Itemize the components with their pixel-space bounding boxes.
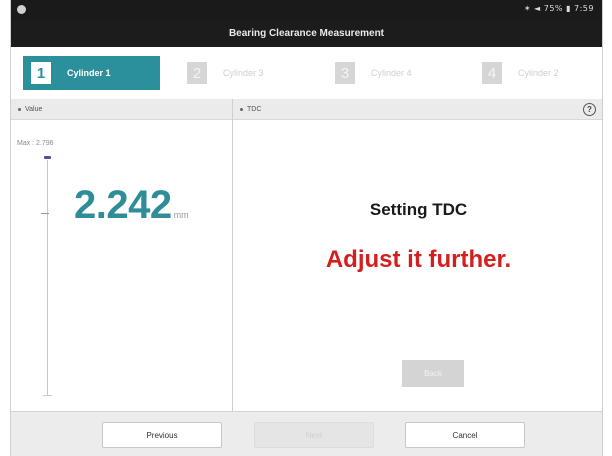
help-icon[interactable]: ? — [583, 103, 596, 116]
previous-button[interactable]: Previous — [102, 422, 222, 448]
bullet-icon — [18, 107, 21, 111]
status-info: ✶ ◄ 75% ▮ 7:59 — [523, 4, 594, 13]
warning-message: Adjust it further. — [325, 246, 512, 273]
tdc-pane: TDC ? Setting TDC Adjust it further. Bac… — [233, 99, 602, 411]
measurement-value: 2.242 — [74, 183, 172, 227]
value-pane-title: Value — [25, 105, 43, 113]
message-title: Setting TDC — [369, 200, 468, 219]
tab-cylinder-1[interactable]: 1 Cylinder 1 — [23, 56, 160, 90]
cylinder-tabs: 1 Cylinder 1 2 Cylinder 3 3 Cylinder 4 4… — [11, 47, 602, 99]
cancel-button[interactable]: Cancel — [405, 422, 525, 448]
tab-cylinder-3[interactable]: 2 Cylinder 3 — [179, 56, 264, 90]
tab-number: 1 — [31, 62, 51, 84]
max-value: Max : 2.796 — [17, 140, 54, 147]
tab-cylinder-4[interactable]: 3 Cylinder 4 — [327, 56, 412, 90]
app-window: ✶ ◄ 75% ▮ 7:59 Bearing Clearance Measure… — [10, 0, 603, 456]
gauge-pointer — [41, 213, 49, 214]
tab-number: 3 — [335, 62, 355, 84]
footer-bar: Previous Next Cancel — [11, 411, 602, 456]
value-pane-header: Value — [11, 99, 232, 120]
title-bar: Bearing Clearance Measurement — [11, 20, 602, 47]
next-button[interactable]: Next — [254, 422, 374, 448]
tab-number: 4 — [482, 62, 502, 84]
back-button[interactable]: Back — [402, 360, 464, 387]
page-title: Bearing Clearance Measurement — [228, 28, 385, 39]
tab-cylinder-2[interactable]: 4 Cylinder 2 — [474, 56, 559, 90]
tdc-pane-title: TDC — [247, 105, 262, 113]
notification-icon — [17, 5, 26, 14]
measurement-reading: 2.242 mm — [74, 183, 189, 228]
tdc-pane-header: TDC — [233, 99, 602, 120]
tab-label: Cylinder 3 — [223, 68, 264, 78]
tab-label: Cylinder 1 — [67, 68, 111, 78]
status-bar: ✶ ◄ 75% ▮ 7:59 — [11, 0, 602, 20]
tab-number: 2 — [187, 62, 207, 84]
gauge-scale — [47, 160, 48, 396]
gauge-base — [43, 395, 52, 396]
bullet-icon — [240, 107, 243, 111]
gauge-max-marker — [44, 156, 51, 159]
measurement-unit: mm — [173, 210, 189, 220]
value-pane: Value Max : 2.796 — [11, 99, 233, 411]
tab-label: Cylinder 2 — [518, 68, 559, 78]
tab-label: Cylinder 4 — [371, 68, 412, 78]
